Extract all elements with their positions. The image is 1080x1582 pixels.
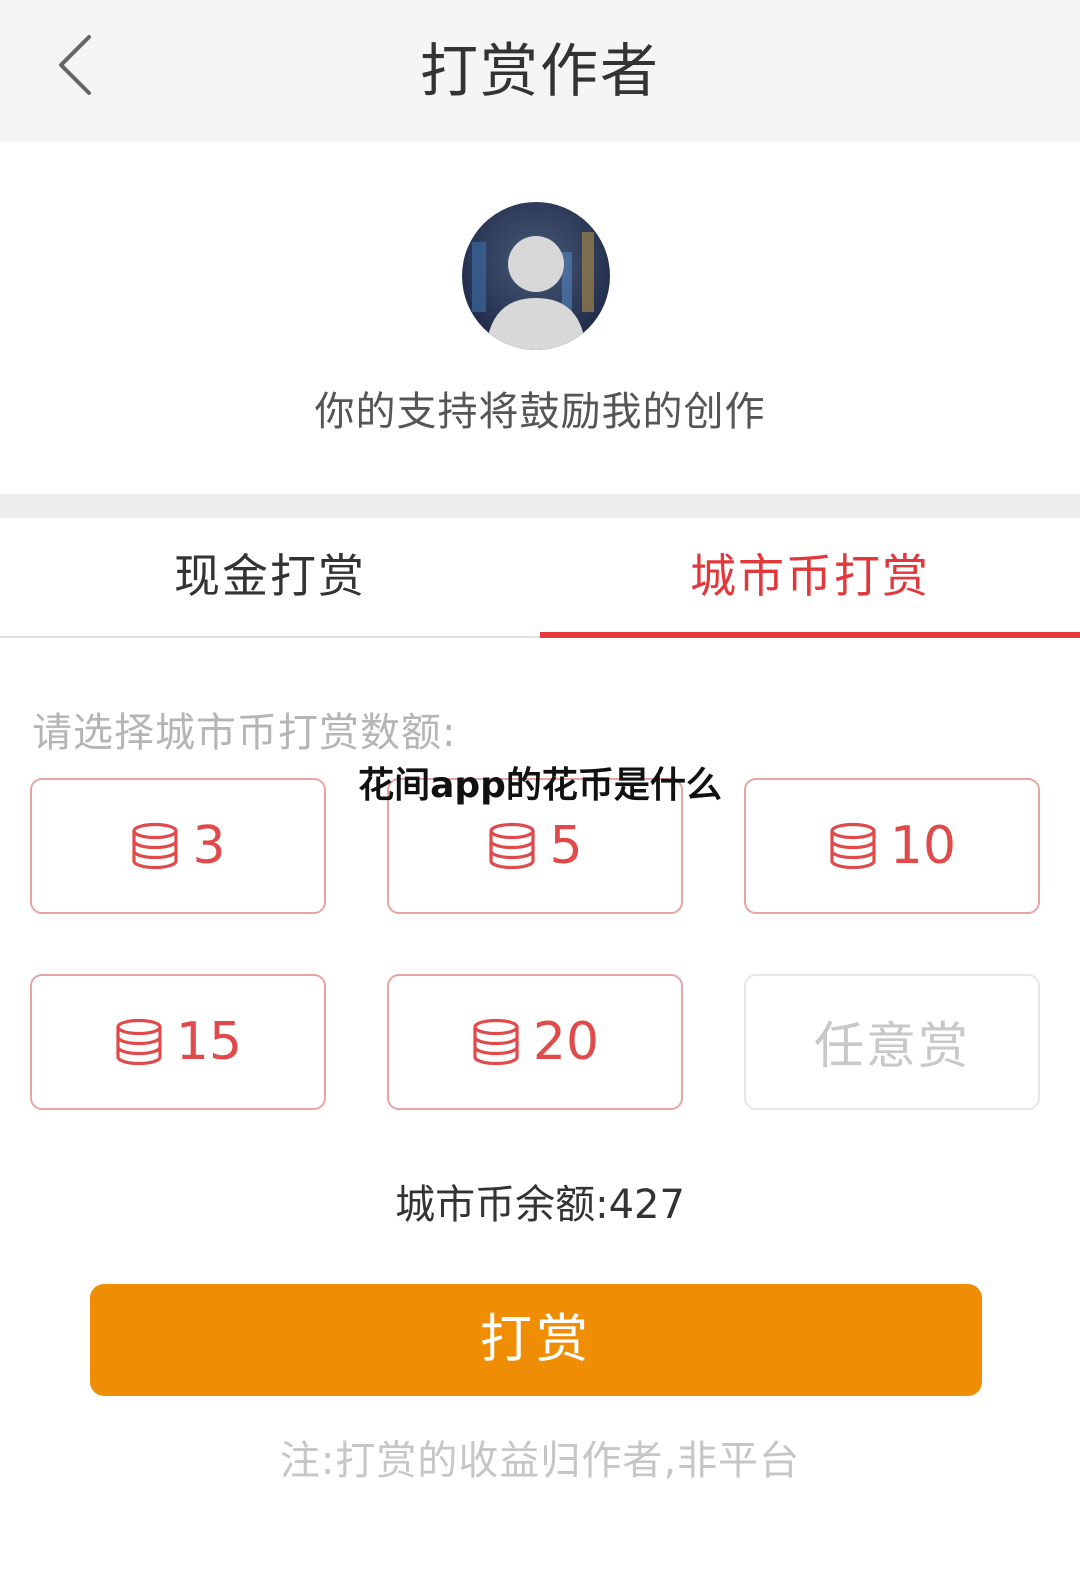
coin-stack-icon: [487, 822, 537, 870]
amount-prompt: 请选择城市币打赏数额:: [32, 710, 457, 756]
coin-stack-icon: [114, 1018, 164, 1066]
amount-value: 3: [192, 816, 226, 876]
coin-stack-icon: [471, 1018, 521, 1066]
tab-city-coin-reward[interactable]: 城市币打赏: [540, 518, 1080, 638]
balance-label: 城市币余额:: [395, 1182, 609, 1228]
footnote: 注:打赏的收益归作者,非平台: [279, 1438, 801, 1484]
avatar[interactable]: [462, 202, 610, 350]
amount-value: 10: [889, 816, 957, 876]
amount-value: 20: [532, 1012, 600, 1072]
amount-option-custom[interactable]: 任意赏: [744, 974, 1040, 1110]
avatar-image: [462, 202, 610, 350]
custom-amount-label: 任意赏: [814, 1017, 970, 1075]
coin-stack-icon: [828, 822, 878, 870]
section-divider: [0, 494, 1080, 518]
amount-option-15[interactable]: 15: [30, 974, 326, 1110]
tab-cash-reward[interactable]: 现金打赏: [0, 518, 540, 636]
coin-balance: 城市币余额:427: [0, 1172, 1080, 1230]
author-profile: 你的支持将鼓励我的创作: [0, 142, 1080, 494]
reward-type-tabs: 现金打赏 城市币打赏: [0, 518, 1080, 638]
support-message: 你的支持将鼓励我的创作: [314, 389, 766, 435]
page-title: 打赏作者: [419, 37, 660, 105]
balance-value: 427: [608, 1182, 685, 1228]
amount-value: 5: [549, 816, 583, 876]
reward-button[interactable]: 打赏: [90, 1284, 982, 1396]
amount-option-20[interactable]: 20: [387, 974, 683, 1110]
watermark-caption: 花间app的花币是什么: [358, 765, 722, 806]
coin-stack-icon: [130, 822, 180, 870]
amount-value: 15: [175, 1012, 243, 1072]
top-bar: 打赏作者: [0, 0, 1080, 142]
